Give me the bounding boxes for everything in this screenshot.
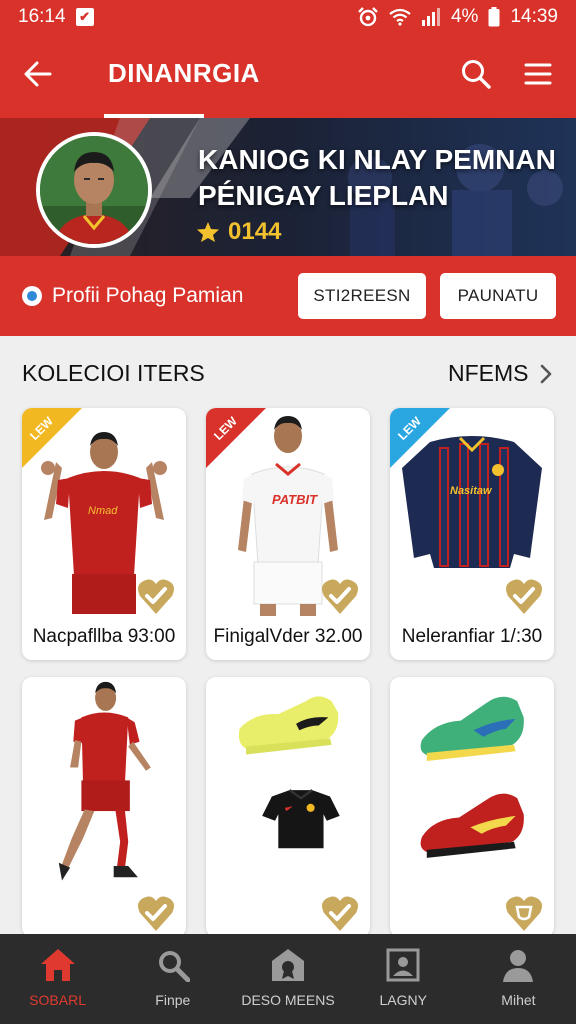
verified-check-icon [322,896,358,931]
alarm-icon [357,7,379,27]
verified-check-icon [138,896,174,931]
search-icon [154,946,192,984]
collection-card[interactable] [390,677,554,937]
boots-and-tshirt-image [238,696,340,849]
ribbon-badge: LEW [206,408,266,468]
back-button[interactable] [18,54,58,94]
score-value: 0144 [228,218,282,245]
profile-label: Profii Pohag Pamian [52,284,244,307]
pay-button[interactable]: PAUNATU [440,273,556,319]
nav-item-search[interactable]: Finpe [115,934,230,1024]
collection-section-title: KOLECIOI ITERS [22,360,205,386]
search-icon [462,60,491,89]
hero-banner: KANIOG KI NLAY PEMNAN PÉNIGAY LIEPLAN 01… [0,118,576,256]
see-more-label: NFEMS [448,360,529,386]
nav-item-profile[interactable]: Mihet [461,934,576,1024]
collection-card[interactable]: Nasitaw LEW Neleranfiar 1/:30 [390,408,554,660]
profile-radio[interactable] [22,286,42,306]
ribbon-badge: LEW [390,408,450,468]
verified-check-icon [506,579,542,614]
bottom-nav: SOBARL Finpe DESO MEENS LAGNY Mihet [0,934,576,1024]
player-portrait [40,136,148,244]
ribbon-badge: LEW [22,408,82,468]
player-avatar[interactable] [36,132,152,248]
app-bar: DINANRGIA [0,34,576,118]
collection-card[interactable] [22,677,186,937]
signal-icon [421,8,441,26]
nav-label: Finpe [155,992,191,1008]
stream-button[interactable]: STI2REESN [298,273,426,319]
battery-text: 4% [450,6,479,27]
status-right: 4% 14:39 [357,6,558,28]
see-more-link[interactable]: NFEMS [448,360,553,387]
wifi-icon [389,8,411,26]
hero-title-line2: PÉNIGAY LIEPLAN [198,180,449,211]
hero-score: 0144 [196,218,281,246]
svg-text:Nmad: Nmad [88,505,118,517]
gallery-icon [384,946,422,984]
verified-check-icon [138,579,174,614]
nav-item-gallery[interactable]: LAGNY [346,934,461,1024]
nav-item-badges[interactable]: DESO MEENS [230,934,345,1024]
hero-title-line1: KANIOG KI NLAY PEMNAN [198,144,556,175]
notification-icon: ✔ [75,8,94,26]
radio-dot [27,291,37,301]
verified-check-icon [322,579,358,614]
status-clock: 14:39 [510,6,558,27]
search-button[interactable] [456,54,496,94]
status-time: 16:14 [18,6,66,27]
card-price: Neleranfiar 1/:30 [401,626,543,647]
collection-card[interactable] [206,677,370,937]
page-title: DINANRGIA [108,58,260,88]
badge-icon [269,946,307,984]
nav-label: Mihet [501,992,536,1008]
profile-bar: Profii Pohag Pamian STI2REESN PAUNATU [0,256,576,336]
card-price: Nacpafllba 93:00 [32,626,176,647]
status-left: 16:14 ✔ [18,6,94,28]
nav-label: DESO MEENS [241,992,335,1008]
nav-label: LAGNY [379,992,427,1008]
battery-icon [488,7,500,27]
star-icon [197,222,219,242]
card-price: FinigalVder 32.00 [213,626,363,647]
running-player-image [58,681,151,881]
boots-image [420,696,524,858]
home-icon [39,946,77,984]
nav-label: SOBARL [29,992,86,1008]
arrow-left-icon [24,61,52,87]
person-icon [499,946,537,984]
chevron-right-icon [540,364,551,383]
badge-trophy-icon [506,896,542,931]
svg-text:Nasitaw: Nasitaw [450,485,493,497]
menu-button[interactable] [518,54,558,94]
nav-item-home[interactable]: SOBARL [0,934,115,1024]
svg-text:PATBIT: PATBIT [272,492,318,507]
collection-card[interactable]: PATBIT LEW FinigalVder 32.00 [206,408,370,660]
status-bar: 16:14 ✔ 4% 14:39 [0,0,576,34]
hamburger-menu-icon [524,63,552,85]
collection-card[interactable]: Nmad LEW Nacpafllba 93:00 [22,408,186,660]
